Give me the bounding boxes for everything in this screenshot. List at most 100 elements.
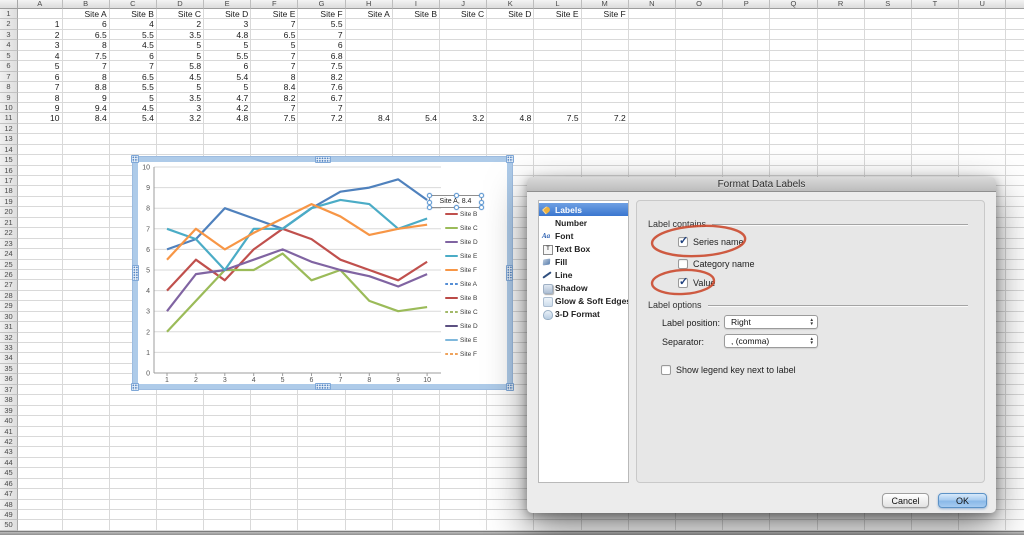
- cell-R50[interactable]: [817, 520, 865, 531]
- cell-D9[interactable]: 3.5: [156, 92, 205, 103]
- cell-O2[interactable]: [675, 19, 724, 30]
- cell-I50[interactable]: [392, 520, 440, 531]
- row-header-7[interactable]: 7: [0, 71, 18, 83]
- cell-V3[interactable]: [1006, 30, 1024, 41]
- cell-E42[interactable]: [204, 436, 252, 448]
- cell-A16[interactable]: [18, 165, 63, 176]
- cell-V47[interactable]: [1006, 489, 1024, 500]
- cell-A4[interactable]: 3: [18, 40, 63, 51]
- cell-E6[interactable]: 6: [204, 61, 252, 72]
- cell-H5[interactable]: [345, 50, 393, 62]
- cell-O6[interactable]: [675, 61, 724, 72]
- cell-H47[interactable]: [345, 489, 393, 500]
- cell-E48[interactable]: [204, 499, 252, 510]
- cell-A7[interactable]: 6: [18, 71, 63, 83]
- cell-I43[interactable]: [392, 447, 440, 458]
- cell-A20[interactable]: [18, 207, 63, 218]
- label-handle-icon[interactable]: [427, 199, 432, 205]
- cell-I38[interactable]: [392, 395, 440, 406]
- row-header-10[interactable]: 10: [0, 102, 18, 114]
- cell-D42[interactable]: [156, 436, 205, 448]
- cell-I13[interactable]: [392, 134, 440, 145]
- row-header-1[interactable]: 1: [0, 9, 18, 20]
- cell-C49[interactable]: [109, 510, 157, 521]
- row-header-41[interactable]: 41: [0, 426, 18, 437]
- col-header-D[interactable]: D: [156, 0, 205, 9]
- cell-G44[interactable]: [298, 457, 346, 469]
- cell-F40[interactable]: [251, 416, 299, 427]
- cell-B11[interactable]: 8.4: [62, 113, 110, 124]
- cell-C38[interactable]: [109, 395, 157, 406]
- cell-Q15[interactable]: [770, 155, 818, 166]
- cell-C45[interactable]: [109, 468, 157, 479]
- row-header-33[interactable]: 33: [0, 343, 18, 354]
- cell-B37[interactable]: [62, 384, 110, 396]
- cell-V12[interactable]: [1006, 124, 1024, 135]
- cell-V32[interactable]: [1006, 333, 1024, 343]
- cell-N14[interactable]: [628, 144, 676, 156]
- row-header-34[interactable]: 34: [0, 353, 18, 364]
- row-header-47[interactable]: 47: [0, 489, 18, 500]
- cell-A15[interactable]: [18, 155, 63, 166]
- cell-R14[interactable]: [817, 144, 865, 156]
- cell-B10[interactable]: 9.4: [62, 102, 110, 114]
- sidebar-item-shadow[interactable]: Shadow: [539, 281, 628, 294]
- cell-T16[interactable]: [911, 165, 960, 176]
- cell-J12[interactable]: [440, 123, 488, 135]
- cell-A26[interactable]: [18, 269, 63, 281]
- cell-D49[interactable]: [156, 510, 205, 521]
- row-header-26[interactable]: 26: [0, 269, 18, 281]
- cell-G14[interactable]: [298, 144, 346, 156]
- row-header-22[interactable]: 22: [0, 228, 18, 239]
- cell-I9[interactable]: [392, 92, 440, 103]
- cell-B7[interactable]: 8: [62, 71, 110, 83]
- cell-R2[interactable]: [817, 19, 865, 30]
- cell-N12[interactable]: [628, 123, 676, 135]
- cell-V19[interactable]: [1006, 197, 1024, 208]
- cell-G42[interactable]: [298, 436, 346, 448]
- cell-N2[interactable]: [628, 19, 676, 30]
- cell-B31[interactable]: [62, 322, 110, 333]
- cell-P5[interactable]: [723, 50, 771, 62]
- cell-J38[interactable]: [440, 395, 488, 406]
- cell-G41[interactable]: [298, 426, 346, 437]
- cell-R3[interactable]: [817, 29, 865, 41]
- cell-A13[interactable]: [18, 134, 63, 145]
- row-header-35[interactable]: 35: [0, 363, 18, 375]
- cell-B49[interactable]: [62, 510, 110, 521]
- col-header-Q[interactable]: Q: [770, 0, 818, 9]
- cell-O11[interactable]: [675, 113, 724, 124]
- sidebar-item-labels[interactable]: Labels: [539, 203, 628, 216]
- cell-V46[interactable]: [1006, 479, 1024, 490]
- cell-C9[interactable]: 5: [109, 92, 157, 103]
- cell-L14[interactable]: [534, 144, 582, 156]
- col-header-O[interactable]: O: [675, 0, 724, 9]
- cell-Q8[interactable]: [770, 82, 818, 93]
- row-header-39[interactable]: 39: [0, 405, 18, 417]
- cell-C13[interactable]: [109, 134, 157, 145]
- cell-L15[interactable]: [534, 155, 582, 166]
- cell-I3[interactable]: [392, 29, 440, 41]
- cell-I47[interactable]: [392, 489, 440, 500]
- cell-L13[interactable]: [534, 134, 582, 145]
- cell-P1[interactable]: [723, 9, 771, 20]
- row-header-40[interactable]: 40: [0, 416, 18, 427]
- row-header-3[interactable]: 3: [0, 29, 18, 41]
- cell-V41[interactable]: [1006, 427, 1024, 437]
- cell-G5[interactable]: 6.8: [298, 50, 346, 62]
- cell-Q12[interactable]: [770, 123, 818, 135]
- cell-L9[interactable]: [534, 92, 582, 103]
- cell-D8[interactable]: 5: [156, 82, 205, 93]
- chart-legend[interactable]: Site ASite BSite CSite DSite ESite FSite…: [445, 193, 478, 361]
- legend-entry[interactable]: Site D: [445, 319, 478, 333]
- col-header-V[interactable]: V: [1006, 0, 1024, 9]
- cell-J47[interactable]: [440, 489, 488, 500]
- cell-F42[interactable]: [251, 436, 299, 448]
- cell-K6[interactable]: [487, 61, 535, 72]
- cell-C14[interactable]: [109, 144, 157, 156]
- col-header-C[interactable]: C: [109, 0, 157, 9]
- cell-O5[interactable]: [675, 50, 724, 62]
- cell-C50[interactable]: [109, 520, 157, 531]
- cell-H12[interactable]: [345, 123, 393, 135]
- cell-I39[interactable]: [392, 405, 440, 417]
